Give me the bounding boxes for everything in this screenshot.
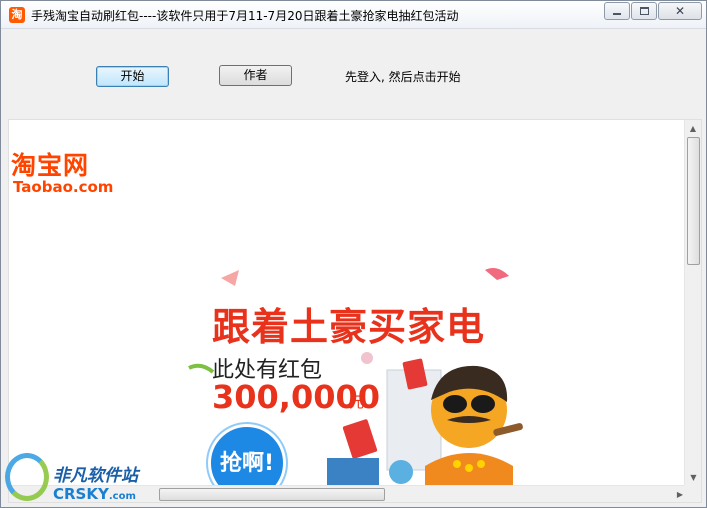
watermark-site-cn: 非凡软件站 (53, 466, 138, 486)
control-panel: 开始 作者 先登入, 然后点击开始 (1, 29, 706, 119)
gold-chain-icon (453, 460, 461, 468)
scrollbar-corner (684, 485, 701, 502)
watermark-site-en: CRSKY.com (53, 485, 136, 503)
confetti-shape (188, 363, 215, 374)
watermark-site-en-suffix: .com (108, 491, 136, 502)
window-controls: ✕ (603, 2, 702, 20)
gold-chain-icon (477, 460, 485, 468)
prize-unit: 元 (349, 393, 365, 411)
maximize-icon (639, 7, 649, 15)
tv-illustration (327, 458, 379, 486)
confetti-shape (361, 352, 373, 364)
horizontal-scroll-thumb[interactable] (159, 488, 385, 501)
close-button[interactable]: ✕ (658, 2, 702, 20)
instruction-text: 先登入, 然后点击开始 (345, 70, 461, 84)
sunglasses-icon (471, 395, 495, 413)
sunglasses-icon (443, 395, 467, 413)
scroll-up-icon[interactable]: ▲ (685, 120, 701, 137)
author-button[interactable]: 作者 (219, 65, 292, 86)
taobao-app-icon: 淘 (9, 7, 25, 23)
confetti-shape (485, 268, 509, 280)
scroll-right-icon[interactable]: ▶ (677, 486, 683, 502)
start-button[interactable]: 开始 (96, 66, 169, 87)
close-icon: ✕ (674, 4, 686, 18)
crsky-logo-icon (5, 453, 49, 501)
watermark-site-en-name: CRSKY (53, 485, 109, 503)
web-content[interactable]: 淘宝网 Taobao.com 跟着土豪买家电 此处有红包 300,0000 元 … (9, 120, 685, 486)
banner-headline: 跟着土豪买家电 (212, 305, 486, 349)
embedded-browser[interactable]: 淘宝网 Taobao.com 跟着土豪买家电 此处有红包 300,0000 元 … (8, 119, 702, 503)
app-window: 淘 手残淘宝自动刷红包----该软件只用于7月11-7月20日跟着土豪抢家电抽红… (0, 0, 707, 508)
scroll-down-icon[interactable]: ▼ (685, 469, 701, 486)
vertical-scrollbar[interactable]: ▲ ▼ (684, 120, 701, 486)
window-title: 手残淘宝自动刷红包----该软件只用于7月11-7月20日跟着土豪抢家电抽红包活… (31, 9, 459, 23)
minimize-button[interactable] (604, 2, 630, 20)
gold-chain-icon (465, 464, 473, 472)
confetti-shape (221, 270, 239, 286)
vertical-scroll-thumb[interactable] (687, 137, 700, 265)
appliance-illustration (389, 460, 413, 484)
title-bar[interactable]: 淘 手残淘宝自动刷红包----该软件只用于7月11-7月20日跟着土豪抢家电抽红… (1, 1, 706, 29)
maximize-button[interactable] (631, 2, 657, 20)
crsky-watermark: 非凡软件站 CRSKY.com (1, 447, 161, 507)
minimize-icon (613, 13, 621, 15)
red-envelope-icon (342, 419, 378, 459)
